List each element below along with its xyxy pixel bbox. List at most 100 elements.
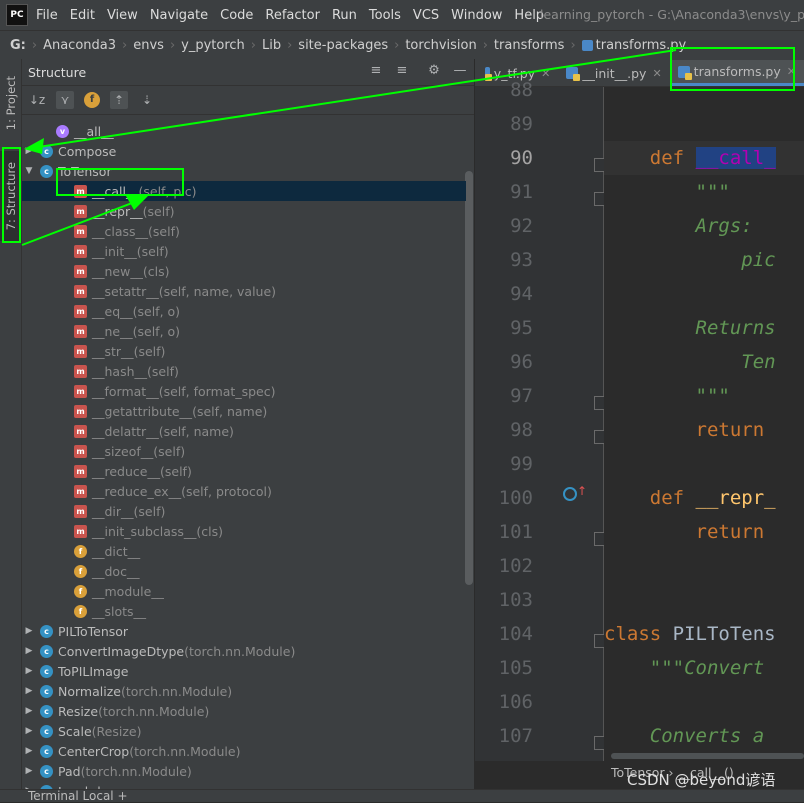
tree-item-all[interactable]: v __all__ <box>22 121 466 141</box>
chevron-right-icon[interactable]: ▶ <box>24 746 34 756</box>
code-line[interactable] <box>604 685 804 719</box>
tree-scrollbar[interactable] <box>465 171 473 585</box>
tree-item-dict[interactable]: f __dict__ <box>22 541 466 561</box>
code-line[interactable]: def __repr_ <box>604 481 804 515</box>
menu-refactor[interactable]: Refactor <box>265 8 320 23</box>
editor-horizontal-scrollbar[interactable] <box>611 753 804 759</box>
crumb-transforms-file[interactable]: transforms.py <box>596 38 687 53</box>
tree-item-repr[interactable]: m __repr__(self) <box>22 201 466 221</box>
code-line[interactable]: Args: <box>604 209 804 243</box>
code-line[interactable]: pic <box>604 243 804 277</box>
structure-tool-tab[interactable]: 7: Structure <box>0 151 21 241</box>
minimize-icon[interactable]: — <box>452 63 468 79</box>
tree-item-totensor[interactable]: ▼ c ToTensor <box>22 161 466 181</box>
code-line[interactable]: """ <box>604 379 804 413</box>
tree-item-new[interactable]: m __new__(cls) <box>22 261 466 281</box>
tree-item-reduce[interactable]: m __reduce__(self) <box>22 461 466 481</box>
tab-transforms[interactable]: transforms.py ✕ <box>669 60 804 86</box>
tree-item-ne[interactable]: m __ne__(self, o) <box>22 321 466 341</box>
tree-item-getattribute[interactable]: m __getattribute__(self, name) <box>22 401 466 421</box>
crumb-envs[interactable]: envs <box>133 38 164 53</box>
tree-item-doc[interactable]: f __doc__ <box>22 561 466 581</box>
tree-item-format[interactable]: m __format__(self, format_spec) <box>22 381 466 401</box>
code-line[interactable] <box>604 549 804 583</box>
code-line[interactable]: return <box>604 413 804 447</box>
menu-edit[interactable]: Edit <box>70 8 95 23</box>
close-icon[interactable]: ✕ <box>541 67 550 80</box>
crumb-drive[interactable]: G: <box>10 38 26 53</box>
code-line[interactable]: return <box>604 515 804 549</box>
crumb-anaconda3[interactable]: Anaconda3 <box>43 38 116 53</box>
menu-file[interactable]: File <box>36 8 58 23</box>
chevron-right-icon[interactable]: ▶ <box>24 146 34 156</box>
tree-item-eq[interactable]: m __eq__(self, o) <box>22 301 466 321</box>
menu-run[interactable]: Run <box>332 8 357 23</box>
autoscroll-to-source-icon[interactable]: ⇡ <box>110 91 128 109</box>
chevron-right-icon[interactable]: ▶ <box>24 686 34 696</box>
code-area[interactable]: def __call_ """ Args: pic Returns Ten ""… <box>604 87 804 761</box>
code-line[interactable]: def __call_ <box>604 141 804 175</box>
code-line[interactable] <box>604 277 804 311</box>
chevron-right-icon[interactable]: ▶ <box>24 766 34 776</box>
tree-item-topilimage[interactable]: ▶ c ToPILImage <box>22 661 466 681</box>
code-line[interactable]: """ <box>604 175 804 209</box>
menu-code[interactable]: Code <box>220 8 253 23</box>
chevron-right-icon[interactable]: ▶ <box>24 706 34 716</box>
tree-item-convertimagedtype[interactable]: ▶ c ConvertImageDtype(torch.nn.Module) <box>22 641 466 661</box>
menu-window[interactable]: Window <box>451 8 502 23</box>
chevron-right-icon[interactable]: ▶ <box>24 646 34 656</box>
close-icon[interactable]: ✕ <box>652 67 661 80</box>
code-line[interactable] <box>604 87 804 107</box>
menu-vcs[interactable]: VCS <box>413 8 439 23</box>
tree-item-normalize[interactable]: ▶ c Normalize(torch.nn.Module) <box>22 681 466 701</box>
close-icon[interactable]: ✕ <box>787 65 796 78</box>
breakpoint-override-icon[interactable] <box>563 487 577 501</box>
tree-item-resize[interactable]: ▶ c Resize(torch.nn.Module) <box>22 701 466 721</box>
tree-item-pad[interactable]: ▶ c Pad(torch.nn.Module) <box>22 761 466 781</box>
gear-icon[interactable]: ⚙ <box>426 63 442 79</box>
code-line[interactable]: Ten <box>604 345 804 379</box>
menu-navigate[interactable]: Navigate <box>150 8 208 23</box>
chevron-right-icon[interactable]: ▶ <box>24 626 34 636</box>
tree-item-delattr[interactable]: m __delattr__(self, name) <box>22 421 466 441</box>
tree-item-dir[interactable]: m __dir__(self) <box>22 501 466 521</box>
tree-item-centercrop[interactable]: ▶ c CenterCrop(torch.nn.Module) <box>22 741 466 761</box>
tree-item-str[interactable]: m __str__(self) <box>22 341 466 361</box>
tree-item-slots[interactable]: f __slots__ <box>22 601 466 621</box>
chevron-right-icon[interactable]: ▶ <box>24 666 34 676</box>
tree-item-setattr[interactable]: m __setattr__(self, name, value) <box>22 281 466 301</box>
code-line[interactable]: class PILToTens <box>604 617 804 651</box>
tab-init[interactable]: __init__.py ✕ <box>558 60 669 86</box>
code-line[interactable] <box>604 107 804 141</box>
tree-item-call[interactable]: m __call__(self, pic) <box>22 181 466 201</box>
tree-item-hash[interactable]: m __hash__(self) <box>22 361 466 381</box>
code-line[interactable] <box>604 583 804 617</box>
code-line[interactable]: Returns <box>604 311 804 345</box>
code-line[interactable]: Converts a <box>604 719 804 753</box>
sort-alpha-icon[interactable]: ↓z <box>28 91 46 109</box>
chevron-right-icon[interactable]: ▶ <box>24 726 34 736</box>
show-inherited-icon[interactable]: ⋎ <box>56 91 74 109</box>
crumb-y-pytorch[interactable]: y_pytorch <box>181 38 245 53</box>
tree-item-module[interactable]: f __module__ <box>22 581 466 601</box>
code-line[interactable] <box>604 447 804 481</box>
crumb-torchvision[interactable]: torchvision <box>405 38 476 53</box>
collapse-all-icon[interactable]: ≡ <box>394 63 410 79</box>
crumb-transforms-dir[interactable]: transforms <box>494 38 565 53</box>
expand-all-icon[interactable]: ≡ <box>368 63 384 79</box>
crumb-lib[interactable]: Lib <box>262 38 281 53</box>
tree-item-sizeof[interactable]: m __sizeof__(self) <box>22 441 466 461</box>
tree-item-initsubclass[interactable]: m __init_subclass__(cls) <box>22 521 466 541</box>
tree-item-reduceex[interactable]: m __reduce_ex__(self, protocol) <box>22 481 466 501</box>
crumb-site-packages[interactable]: site-packages <box>298 38 388 53</box>
tree-item-compose[interactable]: ▶ c Compose <box>22 141 466 161</box>
chevron-down-icon[interactable]: ▼ <box>24 166 34 176</box>
tree-item-piltotensor[interactable]: ▶ c PILToTensor <box>22 621 466 641</box>
tree-item-init[interactable]: m __init__(self) <box>22 241 466 261</box>
autoscroll-from-source-icon[interactable]: ⇣ <box>138 91 156 109</box>
project-tool-tab[interactable]: 1: Project <box>0 63 21 143</box>
menu-tools[interactable]: Tools <box>369 8 401 23</box>
tree-item-class[interactable]: m __class__(self) <box>22 221 466 241</box>
menu-view[interactable]: View <box>107 8 138 23</box>
tree-item-scale[interactable]: ▶ c Scale(Resize) <box>22 721 466 741</box>
